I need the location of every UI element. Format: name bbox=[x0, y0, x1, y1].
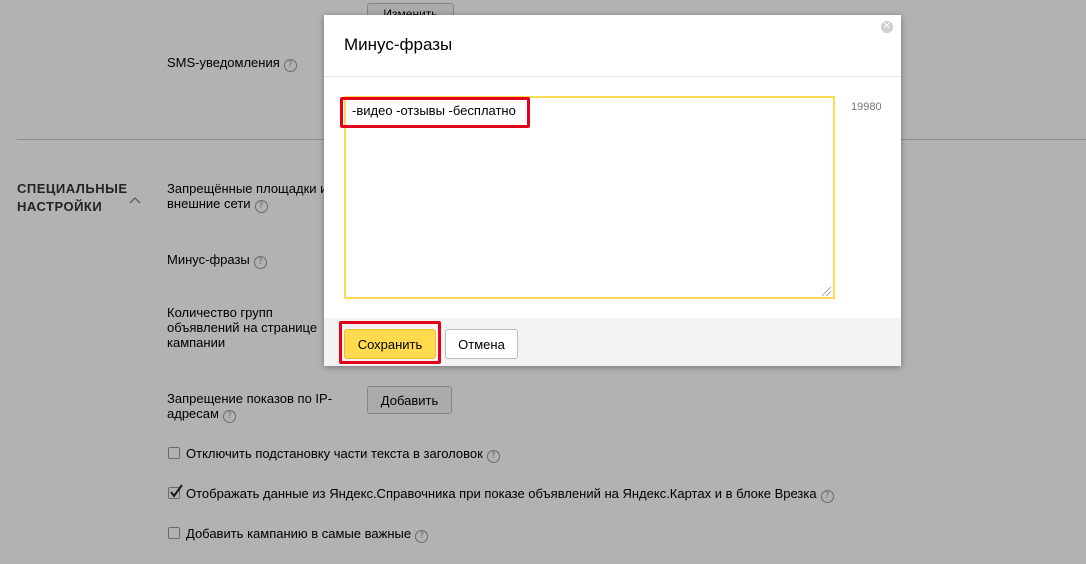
highlight-save-annotation bbox=[339, 321, 441, 364]
highlight-textarea-annotation bbox=[340, 97, 530, 128]
character-counter: 19980 bbox=[851, 101, 882, 113]
dialog-header-divider bbox=[324, 76, 901, 77]
dialog-title: Минус-фразы bbox=[344, 35, 453, 54]
close-icon[interactable]: ✕ bbox=[881, 21, 893, 33]
minus-phrases-dialog: Минус-фразы ✕ 19980 Сохранить Отмена bbox=[324, 15, 901, 366]
cancel-button[interactable]: Отмена bbox=[445, 329, 518, 359]
resize-handle-icon[interactable] bbox=[822, 287, 831, 296]
